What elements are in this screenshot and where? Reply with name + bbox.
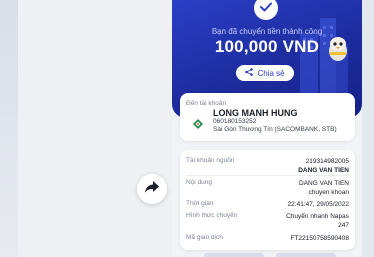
method-line-2: 247 <box>338 222 349 229</box>
share-icon <box>245 68 254 78</box>
destination-account-card: Đến tài khoản LONG MANH HUNG 06018015325… <box>180 93 355 141</box>
sacombank-logo-icon <box>193 116 203 134</box>
success-check-badge <box>254 0 278 20</box>
check-icon <box>260 0 272 17</box>
content-line-1: DANG VAN TIEN <box>299 180 349 187</box>
bottom-actions <box>180 253 355 257</box>
recipient-bank: Sài Gòn Thương Tín (SACOMBANK, STB) <box>213 126 337 133</box>
time-value: 22:41:47, 29/05/2022 <box>287 201 349 208</box>
destination-label: Đến tài khoản <box>186 100 227 107</box>
forward-arrow-icon <box>145 180 159 198</box>
source-account-label: Tài khoản nguồn <box>186 157 235 164</box>
mascot-illustration <box>329 37 347 61</box>
recipient-name: LONG MANH HUNG <box>213 108 298 118</box>
receipt-screen: Bạn đã chuyển tiền thành công 100,000 VN… <box>172 0 362 257</box>
right-panel-edge <box>362 0 374 257</box>
content-value: DANG VAN TIEN chuyen khoan <box>299 179 349 197</box>
left-panel-edge <box>0 0 18 257</box>
share-label: Chia sẻ <box>257 68 285 78</box>
content-line-2: chuyen khoan <box>308 189 349 196</box>
bottom-action-left[interactable] <box>204 253 264 257</box>
share-button[interactable]: Chia sẻ <box>236 65 294 81</box>
bottom-action-right[interactable] <box>276 253 336 257</box>
transaction-id-label: Mã giao dịch <box>186 234 223 241</box>
divider <box>186 175 349 176</box>
recipient-account-number: 060180153252 <box>213 118 257 125</box>
method-value: Chuyển nhanh Napas 247 <box>286 212 349 230</box>
source-account-value: 219314982005 DANG VAN TIEN <box>298 157 349 175</box>
source-account-number: 219314982005 <box>305 158 349 165</box>
method-line-1: Chuyển nhanh Napas <box>286 213 349 220</box>
success-message: Bạn đã chuyển tiền thành công <box>211 27 323 36</box>
forward-button[interactable] <box>137 174 167 204</box>
content-label: Nội dung <box>186 179 213 186</box>
transaction-details-card: Tài khoản nguồn 219314982005 DANG VAN TI… <box>180 150 355 250</box>
transaction-id-value: FT22150758590408 <box>290 235 349 242</box>
time-label: Thời gian <box>186 200 214 207</box>
source-account-name: DANG VAN TIEN <box>298 167 349 174</box>
method-label: Hình thức chuyển <box>186 212 238 219</box>
